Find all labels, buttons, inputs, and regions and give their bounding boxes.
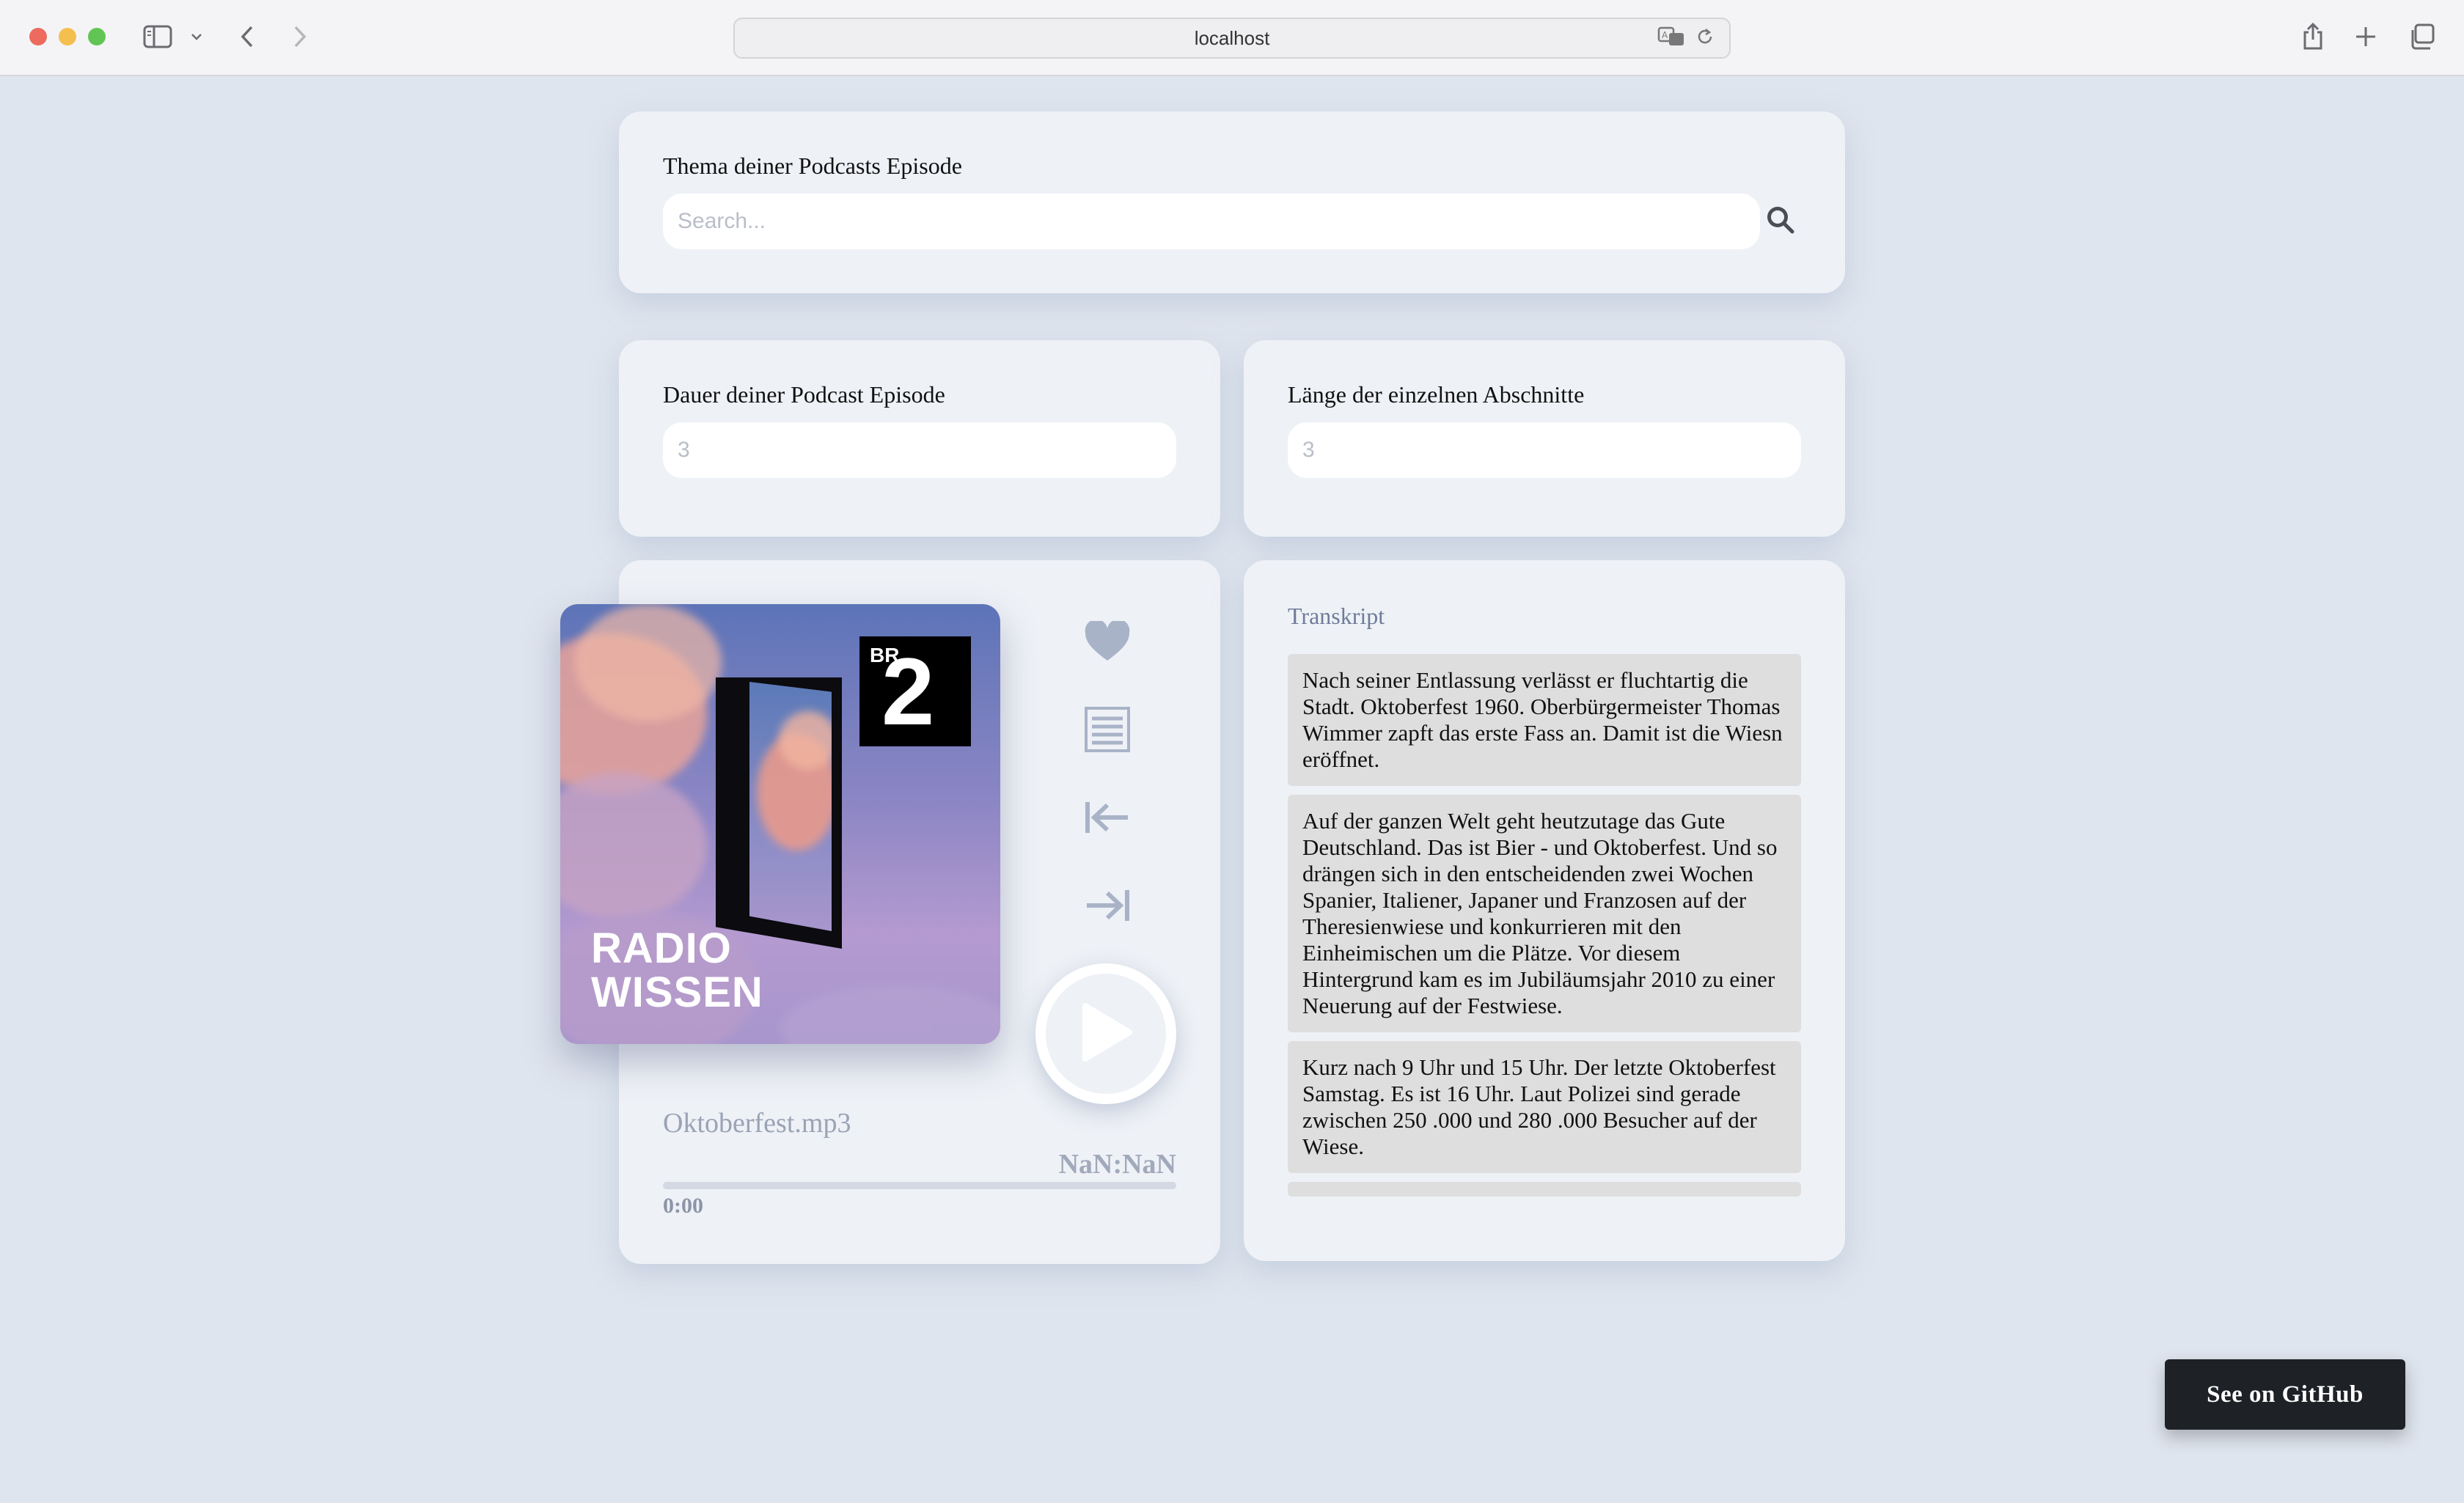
tab-overview-icon[interactable] [2407,21,2436,53]
reload-icon[interactable] [1695,26,1715,52]
br2-logo: BR 2 [859,636,971,746]
transcript-block: Nach seiner Entlassung verlässt er fluch… [1288,654,1801,786]
duration-card: Dauer deiner Podcast Episode [619,340,1220,537]
track-filename: Oktoberfest.mp3 [663,1108,851,1139]
transcript-block: Auf der ganzen Welt geht heutzutage das … [1288,795,1801,1032]
transcript-block-partial [1288,1182,1801,1197]
transcript-label: Transkript [1288,603,1385,629]
new-tab-icon[interactable] [2353,21,2379,53]
duration-label: Dauer deiner Podcast Episode [663,381,945,408]
search-card: Thema deiner Podcasts Episode [619,111,1845,293]
progress-bar[interactable] [663,1182,1176,1189]
search-input[interactable] [663,194,1760,249]
segment-length-card: Länge der einzelnen Abschnitte [1244,340,1845,537]
cover-title-line2: WISSEN [591,969,763,1016]
heart-icon[interactable] [1078,616,1137,667]
list-icon[interactable] [1078,704,1137,755]
transcript-block: Kurz nach 9 Uhr und 15 Uhr. Der letzte O… [1288,1041,1801,1173]
skip-back-icon[interactable] [1078,792,1137,843]
search-icon[interactable] [1763,202,1798,241]
play-button[interactable] [1035,963,1176,1104]
close-window-button[interactable] [29,28,47,45]
skip-forward-icon[interactable] [1078,880,1137,931]
search-label: Thema deiner Podcasts Episode [663,152,962,179]
share-icon[interactable] [2300,21,2326,53]
transcript-list[interactable]: Nach seiner Entlassung verlässt er fluch… [1288,654,1801,1199]
address-bar[interactable]: localhost A [733,18,1731,59]
play-icon [1078,1002,1134,1067]
translate-icon[interactable]: A [1657,26,1685,52]
forward-icon[interactable] [289,21,311,53]
cover-title: RADIO WISSEN [591,927,763,1015]
segment-length-label: Länge der einzelnen Abschnitte [1288,381,1585,408]
sidebar-toggle-icon[interactable] [141,21,175,53]
url-text: localhost [1194,26,1270,49]
chevron-down-icon[interactable] [188,21,205,53]
total-time: NaN:NaN [1058,1149,1176,1180]
segment-length-input[interactable] [1288,422,1801,478]
current-time: 0:00 [663,1194,703,1218]
zoom-window-button[interactable] [88,28,106,45]
github-button[interactable]: See on GitHub [2165,1359,2405,1430]
door-opening-graphic [749,682,832,931]
minimize-window-button[interactable] [59,28,76,45]
back-icon[interactable] [236,21,258,53]
duration-input[interactable] [663,422,1176,478]
cover-title-line1: RADIO [591,925,732,972]
podcast-cover-image: BR 2 RADIO WISSEN [560,604,1000,1044]
svg-text:A: A [1662,30,1668,40]
br2-logo-big: 2 [881,638,935,745]
browser-toolbar: localhost A [0,0,2464,76]
